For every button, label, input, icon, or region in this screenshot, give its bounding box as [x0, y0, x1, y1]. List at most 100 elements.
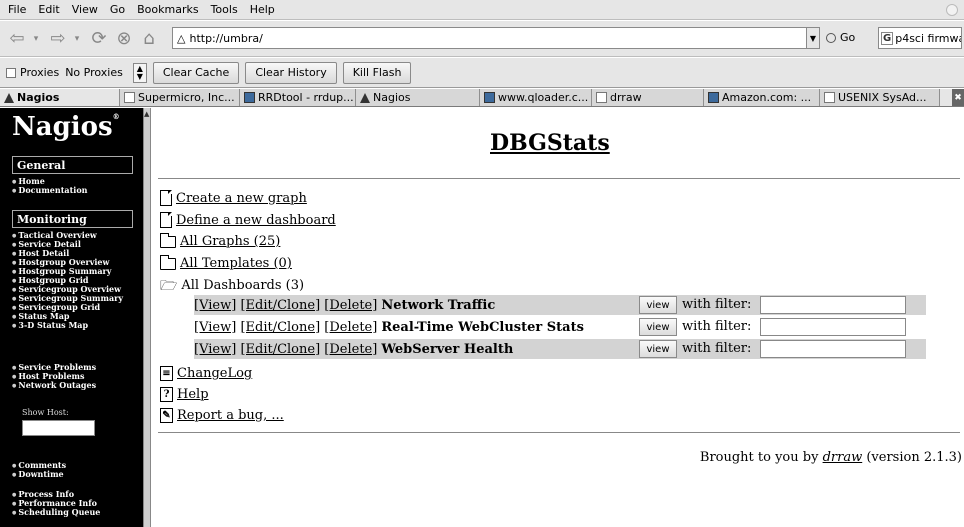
- kill-flash-button[interactable]: Kill Flash: [342, 61, 412, 84]
- proxy-mode-value: No Proxies: [65, 66, 123, 79]
- close-tab-icon[interactable]: ✖: [952, 89, 964, 106]
- page-icon: [124, 92, 135, 103]
- home-icon[interactable]: ⌂: [138, 28, 160, 50]
- forward-dropdown-icon[interactable]: ▾: [72, 28, 82, 50]
- report-bug-link[interactable]: Report a bug, ...: [177, 408, 284, 423]
- show-host-input[interactable]: [22, 420, 95, 436]
- help-icon: ?: [160, 387, 173, 402]
- tab-label: drraw: [610, 91, 642, 104]
- edit-clone-link[interactable]: [Edit/Clone]: [240, 342, 320, 357]
- side-link-documentation[interactable]: Documentation: [12, 186, 87, 196]
- tab-nagios[interactable]: Nagios: [356, 89, 480, 106]
- go-button[interactable]: Go: [826, 31, 855, 44]
- tab-label: USENIX SysAd...: [838, 91, 927, 104]
- frame-scrollbar[interactable]: ▲: [143, 108, 151, 527]
- view-button[interactable]: view: [639, 340, 677, 358]
- clear-cache-button[interactable]: Clear Cache: [152, 61, 240, 84]
- edit-clone-link[interactable]: [Edit/Clone]: [240, 298, 320, 313]
- nagios-icon: [4, 92, 14, 103]
- proxy-spinner-icon[interactable]: ▲ ▼: [132, 62, 147, 83]
- tab-label: Nagios: [373, 91, 411, 104]
- side-link-downtime[interactable]: Downtime: [12, 470, 63, 480]
- menu-bookmarks[interactable]: Bookmarks: [137, 3, 198, 16]
- view-button[interactable]: view: [639, 296, 677, 314]
- tab-qloader[interactable]: www.qloader.c...: [480, 89, 592, 106]
- menu-tools[interactable]: Tools: [211, 3, 238, 16]
- section-general: General: [12, 156, 133, 174]
- back-icon[interactable]: ⇦: [6, 28, 28, 50]
- delete-link[interactable]: [Delete]: [324, 320, 377, 335]
- tab-label: RRDtool - rrdup...: [258, 91, 354, 104]
- dashboard-name: Real-Time WebCluster Stats: [381, 319, 584, 335]
- open-folder-icon: 🗁: [160, 277, 178, 294]
- report-bug-item: ✎ Report a bug, ...: [160, 408, 284, 423]
- tab-usenix[interactable]: USENIX SysAd...: [820, 89, 940, 106]
- site-icon: △: [177, 31, 186, 45]
- filter-label: with filter:: [682, 319, 752, 334]
- all-templates-item: All Templates (0): [160, 254, 292, 271]
- view-link[interactable]: [View]: [194, 342, 236, 357]
- help-link[interactable]: Help: [177, 387, 209, 402]
- menu-go[interactable]: Go: [110, 3, 125, 16]
- define-dashboard-link[interactable]: Define a new dashboard: [176, 213, 336, 228]
- side-link-network-outages[interactable]: Network Outages: [12, 381, 96, 391]
- filter-input[interactable]: [760, 296, 906, 314]
- tab-nagios-active[interactable]: Nagios: [0, 89, 120, 106]
- filter-input[interactable]: [760, 340, 906, 358]
- stop-icon[interactable]: ⊗: [113, 28, 135, 50]
- new-page-icon: [160, 190, 172, 206]
- tab-drraw[interactable]: drraw: [592, 89, 704, 106]
- view-link[interactable]: [View]: [194, 320, 236, 335]
- delete-link[interactable]: [Delete]: [324, 342, 377, 357]
- nagios-icon: [360, 92, 370, 103]
- edit-clone-link[interactable]: [Edit/Clone]: [240, 320, 320, 335]
- view-button[interactable]: view: [639, 318, 677, 336]
- view-link[interactable]: [View]: [194, 298, 236, 313]
- url-dropdown-icon[interactable]: ▼: [806, 27, 820, 49]
- side-link-scheduling-queue[interactable]: Scheduling Queue: [12, 508, 100, 518]
- clear-history-button[interactable]: Clear History: [245, 61, 337, 84]
- tab-supermicro[interactable]: Supermicro, Inc...: [120, 89, 240, 106]
- menu-file[interactable]: File: [8, 3, 26, 16]
- search-input[interactable]: G p4sci firmware: [878, 27, 962, 49]
- proxies-checkbox[interactable]: [6, 67, 16, 78]
- navigation-toolbar: ⇦ ▾ ⇨ ▾ ⟳ ⊗ ⌂ △ http://umbra/ ▼ Go G p4s…: [0, 21, 964, 57]
- divider: [158, 178, 960, 179]
- tab-rrdtool[interactable]: RRDtool - rrdup...: [240, 89, 356, 106]
- all-graphs-item: All Graphs (25): [160, 232, 280, 249]
- drraw-link[interactable]: drraw: [823, 450, 863, 465]
- help-item: ? Help: [160, 387, 209, 402]
- menu-help[interactable]: Help: [250, 3, 275, 16]
- divider: [158, 432, 960, 433]
- google-icon: G: [881, 31, 894, 45]
- page-icon: [596, 92, 607, 103]
- changelog-link[interactable]: ChangeLog: [177, 366, 252, 381]
- url-input[interactable]: △ http://umbra/: [172, 27, 818, 49]
- tab-amazon[interactable]: Amazon.com: ...: [704, 89, 820, 106]
- folder-icon: [160, 232, 176, 248]
- dashboard-row: [View] [Edit/Clone] [Delete] Network Tra…: [194, 295, 926, 315]
- side-link-3d-status-map[interactable]: 3-D Status Map: [12, 321, 88, 331]
- menu-edit[interactable]: Edit: [38, 3, 59, 16]
- proxies-label: Proxies: [20, 66, 60, 79]
- dashboard-name: Network Traffic: [381, 297, 496, 313]
- all-dashboards-label: All Dashboards (3): [181, 278, 305, 293]
- create-graph-link[interactable]: Create a new graph: [176, 191, 307, 206]
- forward-icon[interactable]: ⇨: [47, 28, 69, 50]
- tab-label: Nagios: [17, 91, 60, 104]
- dashboard-name: WebServer Health: [381, 341, 514, 357]
- all-graphs-link[interactable]: All Graphs (25): [180, 234, 280, 249]
- url-text: http://umbra/: [189, 31, 263, 45]
- reload-icon[interactable]: ⟳: [88, 28, 110, 50]
- tab-label: Amazon.com: ...: [722, 91, 812, 104]
- dashboard-row: [View] [Edit/Clone] [Delete] WebServer H…: [194, 339, 926, 359]
- menu-view[interactable]: View: [72, 3, 98, 16]
- nagios-sidebar: Nagios® General Home Documentation Monit…: [0, 108, 143, 527]
- go-label: Go: [840, 31, 856, 44]
- delete-link[interactable]: [Delete]: [324, 298, 377, 313]
- filter-input[interactable]: [760, 318, 906, 336]
- scroll-up-icon[interactable]: ▲: [144, 110, 149, 118]
- all-templates-link[interactable]: All Templates (0): [180, 256, 292, 271]
- search-value: p4sci firmware: [895, 31, 961, 45]
- back-dropdown-icon[interactable]: ▾: [31, 28, 41, 50]
